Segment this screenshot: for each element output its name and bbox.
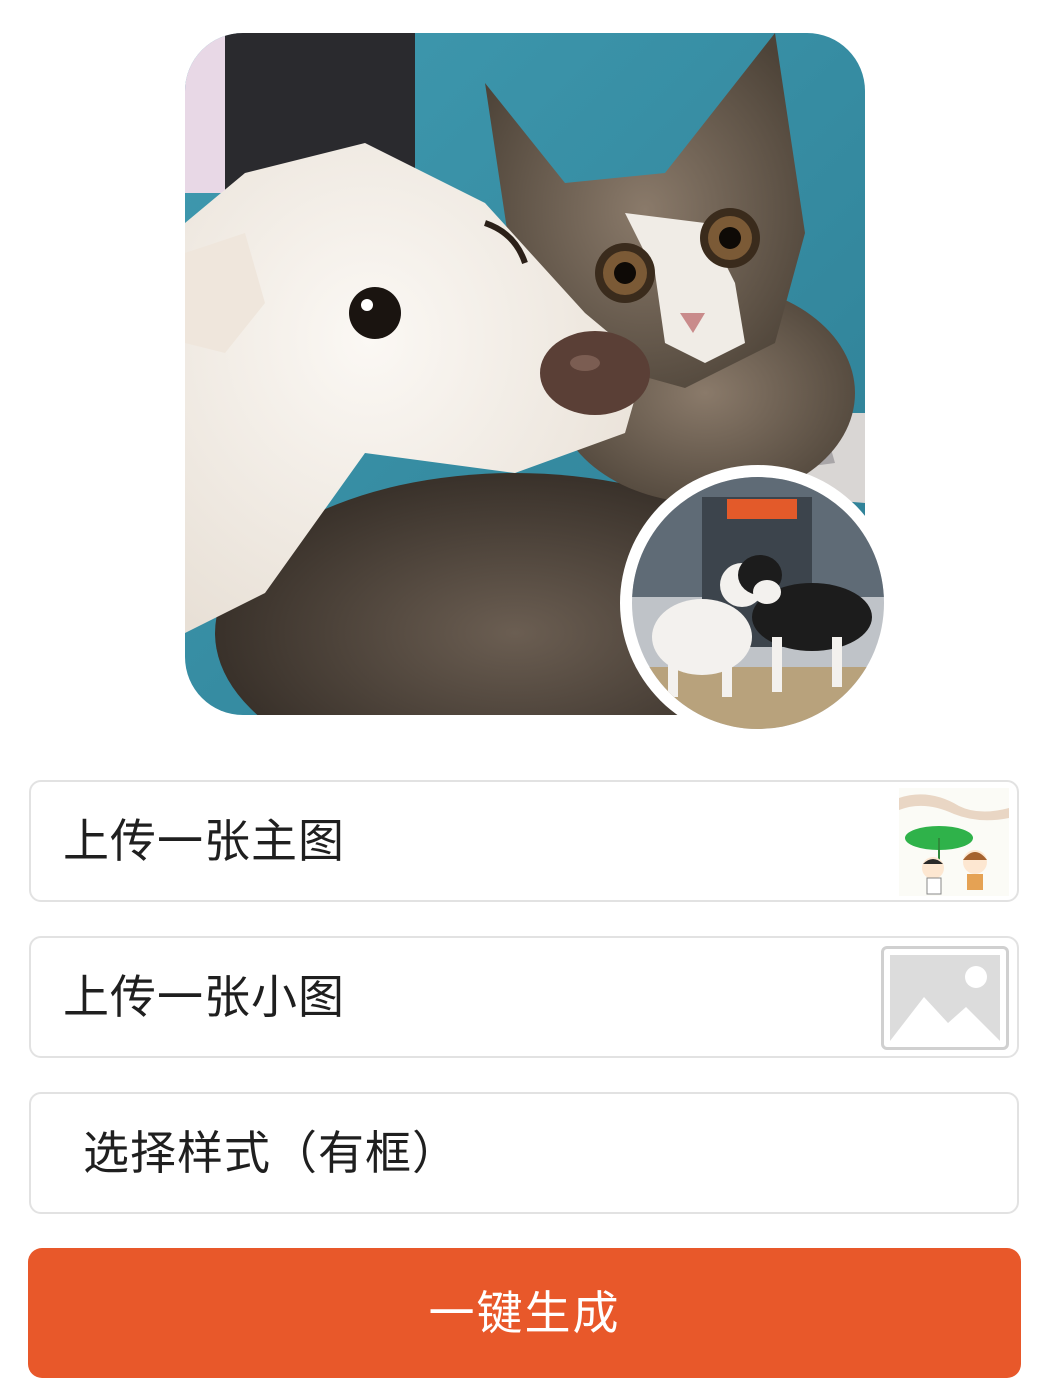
style-select-label: 选择样式（有框） <box>83 1126 459 1180</box>
upload-small-image-label: 上传一张小图 <box>63 970 345 1024</box>
image-placeholder-icon <box>881 946 1009 1050</box>
main-image-thumbnail <box>899 788 1009 896</box>
style-select-row[interactable]: 选择样式（有框） <box>29 1092 1019 1214</box>
generate-button[interactable]: 一键生成 <box>28 1248 1021 1378</box>
small-image-preview <box>620 465 896 741</box>
upload-main-image-row[interactable]: 上传一张主图 <box>29 780 1019 902</box>
avatar-maker-page: 上传一张主图 上传一张小图 选择样式（有框） 一键生成 <box>0 0 1049 1386</box>
upload-main-image-label: 上传一张主图 <box>63 814 345 868</box>
upload-small-image-row[interactable]: 上传一张小图 <box>29 936 1019 1058</box>
